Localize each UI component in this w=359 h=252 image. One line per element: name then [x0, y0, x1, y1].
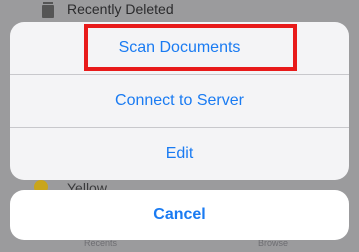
recently-deleted-row[interactable]: Recently Deleted — [0, 0, 359, 22]
recently-deleted-label: Recently Deleted — [67, 1, 174, 17]
cancel-button[interactable]: Cancel — [10, 190, 349, 240]
edit-button[interactable]: Edit — [10, 128, 349, 180]
action-sheet-group: Scan Documents Connect to Server Edit — [10, 22, 349, 180]
trash-icon — [42, 2, 54, 18]
connect-to-server-button[interactable]: Connect to Server — [10, 75, 349, 127]
scan-documents-button[interactable]: Scan Documents — [10, 22, 349, 74]
